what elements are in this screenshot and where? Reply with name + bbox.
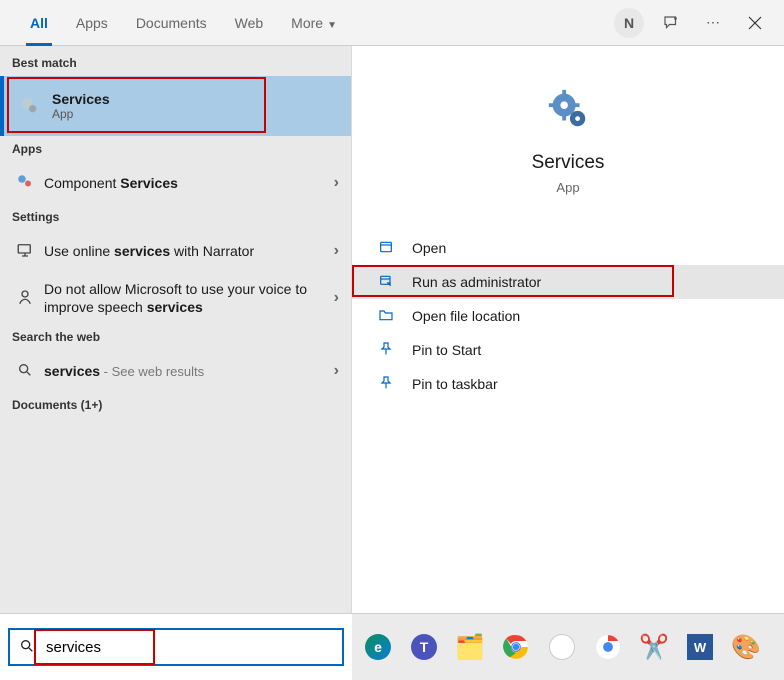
tab-documents[interactable]: Documents [122,0,221,46]
preview-title: Services [532,152,605,174]
speech-icon [12,288,38,309]
search-input[interactable] [44,638,342,657]
tab-more[interactable]: More▼ [277,0,351,46]
close-icon[interactable] [734,0,776,46]
result-component-services[interactable]: Component Services › [0,162,351,204]
search-container [0,614,352,680]
pin-icon [378,341,402,360]
chevron-down-icon: ▼ [327,20,337,31]
search-icon [10,638,44,657]
result-setting-narrator[interactable]: Use online services with Narrator › [0,230,351,272]
settings-header: Settings [0,204,351,230]
pin-icon [378,375,402,394]
taskbar-word-icon[interactable]: W [680,627,720,667]
services-app-icon [545,86,591,132]
action-run-as-administrator[interactable]: Run as administrator [352,265,784,299]
taskbar: e T 🗂️ ✱ ✂️ W 🎨 [352,614,784,680]
taskbar-edge-icon[interactable]: e [358,627,398,667]
preview-subtitle: App [556,180,579,195]
tab-all[interactable]: All [16,0,62,46]
apps-header: Apps [0,136,351,162]
best-match-subtitle: App [52,107,110,121]
chevron-right-icon: › [334,289,339,307]
documents-header: Documents (1+) [0,392,351,418]
tab-apps[interactable]: Apps [62,0,122,46]
taskbar-slack-icon[interactable]: ✱ [542,627,582,667]
result-web-search[interactable]: services - See web results › [0,350,351,392]
search-icon [12,362,38,381]
filter-tab-bar: All Apps Documents Web More▼ N ⋯ [0,0,784,46]
action-open-file-location[interactable]: Open file location [352,299,784,333]
action-open[interactable]: Open [352,231,784,265]
gear-icon [14,94,44,119]
best-match-title: Services [52,91,110,107]
more-options-icon[interactable]: ⋯ [692,0,734,46]
results-panel: Best match Services App Apps Component S… [0,46,352,613]
taskbar-chrome-icon[interactable] [496,627,536,667]
chevron-right-icon: › [334,362,339,380]
open-icon [378,239,402,258]
search-box[interactable] [8,628,344,666]
user-avatar[interactable]: N [608,0,650,46]
display-icon [12,241,38,262]
taskbar-paint-icon[interactable]: 🎨 [726,627,766,667]
taskbar-chrome-beta-icon[interactable] [588,627,628,667]
admin-icon [378,273,402,292]
action-pin-to-taskbar[interactable]: Pin to taskbar [352,367,784,401]
result-setting-speech[interactable]: Do not allow Microsoft to use your voice… [0,272,351,324]
component-icon [12,173,38,194]
chevron-right-icon: › [334,174,339,192]
best-match-result[interactable]: Services App [0,76,351,136]
taskbar-explorer-icon[interactable]: 🗂️ [450,627,490,667]
best-match-header: Best match [0,50,351,76]
search-web-header: Search the web [0,324,351,350]
preview-actions: Open Run as administrator Open file loca… [352,231,784,401]
action-pin-to-start[interactable]: Pin to Start [352,333,784,367]
chevron-right-icon: › [334,242,339,260]
taskbar-teams-icon[interactable]: T [404,627,444,667]
taskbar-snip-icon[interactable]: ✂️ [634,627,674,667]
preview-panel: Services App Open Run as administrator [352,46,784,613]
tab-web[interactable]: Web [221,0,278,46]
folder-icon [378,307,402,326]
feedback-icon[interactable] [650,0,692,46]
